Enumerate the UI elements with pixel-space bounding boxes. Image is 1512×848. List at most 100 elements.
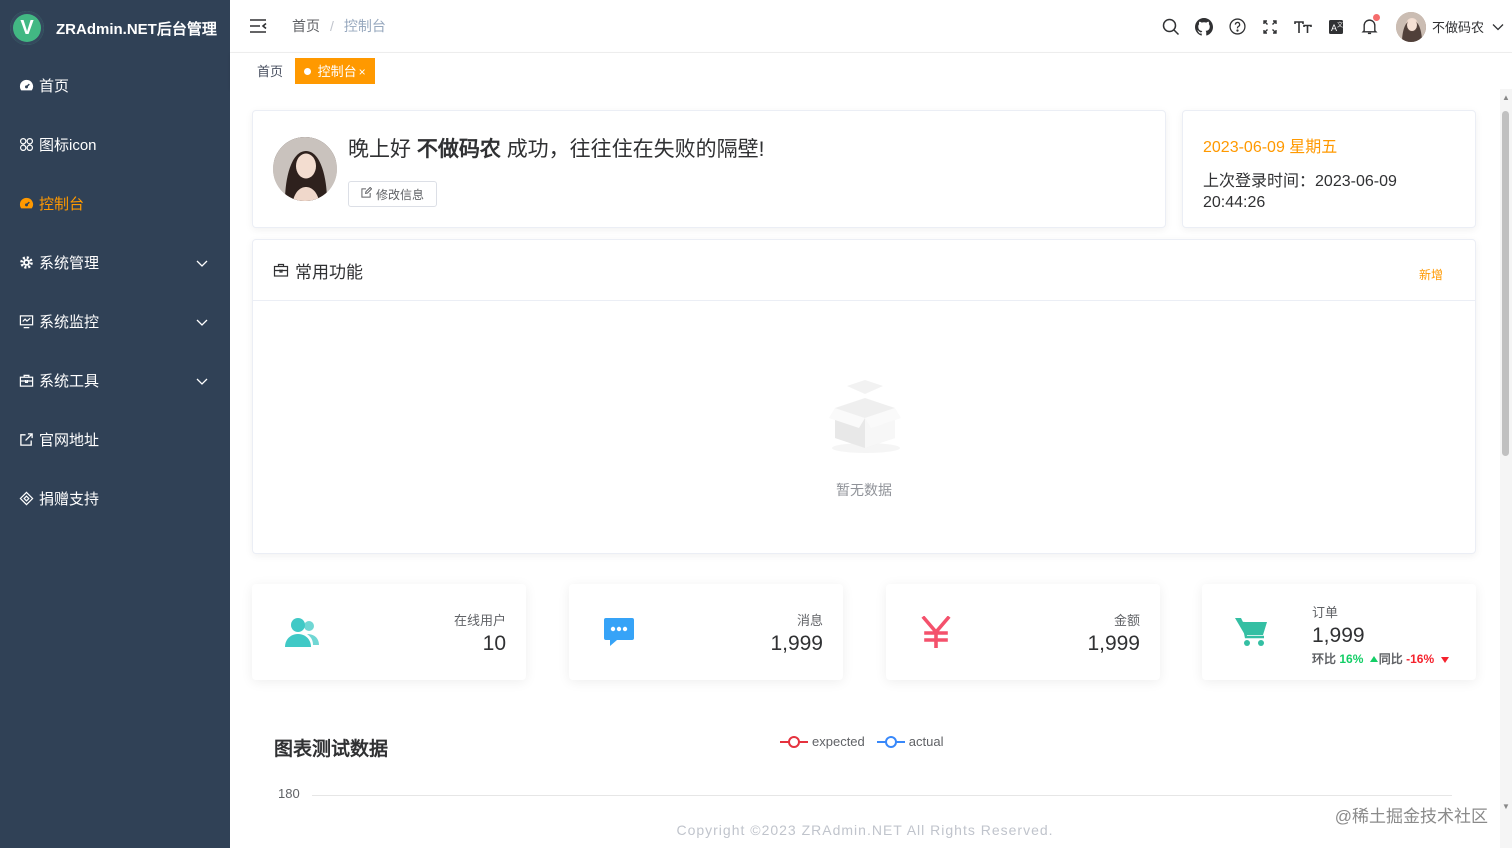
sidebar-item-donate[interactable]: 捐赠支持 — [0, 469, 230, 528]
vertical-scrollbar[interactable]: ▲ ▼ — [1500, 89, 1512, 848]
mom-label: 环比 — [1312, 652, 1337, 666]
tags-view: 首页 控制台 × — [230, 53, 1512, 89]
yen-icon — [916, 612, 956, 652]
bell-icon[interactable] — [1353, 0, 1386, 53]
stat-value: 1,999 — [770, 632, 823, 655]
caret-up-icon — [1369, 656, 1378, 662]
donate-icon — [18, 491, 34, 507]
toolbox-icon — [273, 262, 289, 278]
scroll-up-icon[interactable]: ▲ — [1501, 93, 1511, 103]
chevron-down-icon — [1492, 23, 1504, 31]
last-login: 上次登录时间：2023-06-09 20:44:26 — [1203, 171, 1455, 213]
sidebar-item-website[interactable]: 官网地址 — [0, 410, 230, 469]
greeting-motto: 成功，往往住在失败的隔壁! — [506, 138, 765, 161]
app-root: V ZRAdmin.NET后台管理 首页 图标icon 控制台 系统管理 系统监… — [0, 0, 1512, 848]
legend-label: actual — [908, 734, 944, 749]
legend-item-actual[interactable]: actual — [876, 734, 944, 749]
sidebar-item-label: 图标icon — [39, 137, 97, 154]
dashboard-icon — [18, 78, 34, 94]
yoy-value: -16% — [1406, 652, 1435, 666]
user-name: 不做码农 — [1431, 20, 1484, 35]
sidebar-item-label: 首页 — [39, 78, 70, 95]
message-icon — [599, 612, 639, 652]
scroll-thumb[interactable] — [1502, 111, 1509, 456]
navbar-right: A文 不做码农 — [1155, 0, 1512, 53]
close-icon[interactable]: × — [359, 65, 366, 79]
stat-card-amount[interactable]: 金额 1,999 — [886, 584, 1160, 680]
empty-box-icon — [823, 372, 909, 458]
chevron-down-icon — [196, 372, 208, 389]
search-icon[interactable] — [1155, 0, 1188, 53]
cart-icon — [1232, 612, 1272, 652]
fullscreen-icon[interactable] — [1254, 0, 1287, 53]
edit-profile-button[interactable]: 修改信息 — [348, 181, 438, 207]
svg-text:文: 文 — [1337, 21, 1343, 29]
stat-value: 1,999 — [1087, 632, 1140, 655]
sidebar-item-label: 系统监控 — [39, 314, 100, 331]
stat-trend: 环比 16% 同比 -16% — [1312, 650, 1450, 667]
stat-label: 金额 — [1113, 613, 1140, 628]
toolbox-icon — [18, 373, 34, 389]
breadcrumb: 首页 / 控制台 — [292, 16, 386, 36]
stat-value: 10 — [482, 632, 506, 655]
stat-card-messages[interactable]: 消息 1,999 — [569, 584, 843, 680]
help-icon[interactable] — [1221, 0, 1254, 53]
current-date: 2023-06-09 星期五 — [1203, 139, 1338, 156]
last-login-label: 上次登录时间： — [1203, 173, 1316, 190]
grid-icon — [18, 137, 34, 153]
edit-icon — [361, 186, 373, 201]
sidebar: V ZRAdmin.NET后台管理 首页 图标icon 控制台 系统管理 系统监… — [0, 0, 230, 848]
stat-label: 订单 — [1312, 605, 1339, 620]
stat-card-orders[interactable]: 订单 1,999 环比 16% 同比 -16% — [1202, 584, 1476, 680]
breadcrumb-separator: / — [330, 18, 334, 34]
legend-marker-icon — [780, 735, 808, 748]
scroll-down-icon[interactable]: ▼ — [1501, 802, 1511, 812]
sidebar-item-system[interactable]: 系统管理 — [0, 233, 230, 292]
users-icon — [282, 612, 322, 652]
font-size-icon[interactable] — [1287, 0, 1320, 53]
stat-card-online-users[interactable]: 在线用户 10 — [252, 584, 526, 680]
translate-icon[interactable]: A文 — [1320, 0, 1353, 53]
sidebar-menu: 首页 图标icon 控制台 系统管理 系统监控 系统工具 官网地址 捐赠支持 — [0, 56, 230, 528]
avatar[interactable] — [273, 137, 337, 201]
welcome-card: 晚上好 不做码农 成功，往往住在失败的隔壁! 修改信息 — [252, 110, 1166, 228]
gear-icon — [18, 255, 34, 271]
common-functions-header: 常用功能 新增 — [253, 240, 1475, 301]
chevron-down-icon — [196, 254, 208, 271]
user-menu[interactable]: 不做码农 — [1395, 11, 1504, 42]
tag-label: 控制台 — [317, 64, 357, 79]
edit-profile-label: 修改信息 — [376, 187, 425, 202]
sidebar-item-tools[interactable]: 系统工具 — [0, 351, 230, 410]
greeting-prefix: 晚上好 — [348, 138, 411, 161]
top-navbar: 首页 / 控制台 A文 不做码农 — [230, 0, 1512, 53]
github-icon[interactable] — [1188, 0, 1221, 53]
sidebar-item-console[interactable]: 控制台 — [0, 174, 230, 233]
hamburger-icon[interactable] — [248, 16, 268, 36]
legend-item-expected[interactable]: expected — [780, 734, 865, 749]
sidebar-item-monitor[interactable]: 系统监控 — [0, 292, 230, 351]
monitor-icon — [18, 314, 34, 330]
chart-legend: expected actual — [780, 734, 955, 749]
empty-text: 暂无数据 — [836, 482, 892, 498]
caret-down-icon — [1441, 657, 1450, 663]
mom-value: 16% — [1339, 652, 1364, 666]
sidebar-item-icons[interactable]: 图标icon — [0, 115, 230, 174]
add-function-button[interactable]: 新增 — [1419, 266, 1443, 283]
logo[interactable]: V ZRAdmin.NET后台管理 — [0, 0, 230, 56]
sidebar-item-label: 捐赠支持 — [39, 491, 100, 508]
dashboard-icon — [18, 196, 34, 212]
date-card: 2023-06-09 星期五 上次登录时间：2023-06-09 20:44:2… — [1182, 110, 1476, 228]
breadcrumb-home[interactable]: 首页 — [292, 16, 320, 36]
breadcrumb-current: 控制台 — [343, 18, 386, 34]
main-content: 晚上好 不做码农 成功，往往住在失败的隔壁! 修改信息 2023-06-09 星… — [230, 89, 1500, 848]
footer: Copyright ©2023 ZRAdmin.NET All Rights R… — [230, 813, 1500, 848]
sidebar-item-label: 控制台 — [39, 196, 85, 213]
greeting-text: 晚上好 不做码农 成功，往往住在失败的隔壁! — [348, 133, 765, 163]
app-title: ZRAdmin.NET后台管理 — [56, 20, 217, 38]
tag-console[interactable]: 控制台 × — [295, 58, 375, 84]
sidebar-item-home[interactable]: 首页 — [0, 56, 230, 115]
tag-home[interactable]: 首页 — [250, 58, 290, 84]
user-name: 不做码农 — [416, 138, 501, 161]
sidebar-item-label: 官网地址 — [39, 432, 100, 449]
sidebar-item-label: 系统管理 — [39, 255, 100, 272]
